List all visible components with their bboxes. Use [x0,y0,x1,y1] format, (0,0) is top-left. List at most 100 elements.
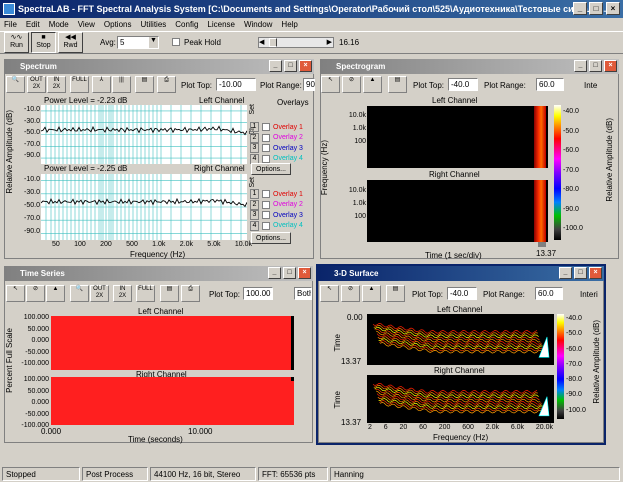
app-icon[interactable] [3,3,15,15]
ts-cursor-icon[interactable]: ⊘ [26,285,45,302]
cbar-tick: -90.0 [563,205,579,213]
overlay-checkbox[interactable] [262,190,270,199]
overlay-checkbox[interactable] [262,123,270,132]
ts-plot-top-input[interactable]: 100.00 [243,287,273,300]
zoom-out-2x-icon[interactable]: OUT 2X [27,76,46,93]
spectrogram-right-plot[interactable] [367,180,548,242]
close-button[interactable]: × [606,2,620,15]
rewind-button[interactable]: ◀◀ Rwd [58,32,83,53]
overlay-row[interactable]: 1 Overlay 1 [250,189,310,200]
overlay-checkbox[interactable] [262,200,270,209]
zoom-in-2x-icon[interactable]: IN 2X [47,76,66,93]
print-icon[interactable]: ⎙ [157,76,176,93]
spectrogram-left-plot[interactable] [367,106,548,168]
overlay-row[interactable]: 1 Overlay 1 [250,122,310,133]
spectrum-right-plot[interactable] [40,174,248,240]
timeseries-close-button[interactable]: × [298,267,311,279]
overlay-row[interactable]: 2 Overlay 2 [250,199,310,211]
menu-help[interactable]: Help [281,18,297,31]
ts-mountain-icon[interactable]: ▲ [46,285,65,302]
menu-config[interactable]: Config [175,18,198,31]
surface-pointer-icon[interactable]: ↖ [320,285,339,302]
overlay-checkbox[interactable] [262,133,270,142]
run-button[interactable]: ∿∿ Run [4,32,29,53]
spectrogram-minimize-button[interactable]: _ [574,60,587,72]
surface-plot-top-input[interactable]: -40.0 [447,287,477,300]
slider-left-arrow-icon[interactable]: ◀ [259,38,264,46]
timeseries-maximize-button[interactable]: □ [283,267,296,279]
zoom-full-icon[interactable]: FULL [70,76,89,93]
spectrum-close-button[interactable]: × [299,60,312,72]
spectrum-maximize-button[interactable]: □ [284,60,297,72]
spectrogram-settings-icon[interactable]: ▤ [388,76,407,93]
ts-zoom-in-icon[interactable]: IN 2X [113,285,132,302]
ts-zoom-full-icon[interactable]: FULL [136,285,155,302]
overlay-label: Overlay 2 [273,134,303,142]
surface-title-bar[interactable]: 3-D Surface _ □ × [318,266,604,281]
menu-options[interactable]: Options [104,18,132,31]
minimize-button[interactable]: _ [573,2,587,15]
overlay-row[interactable]: 2 Overlay 2 [250,132,310,144]
overlay-row[interactable]: 3 Overlay 3 [250,210,310,221]
time-slider[interactable]: ◀ ▶ [258,37,334,48]
surface-maximize-button[interactable]: □ [574,267,587,279]
spectrum-left-plot[interactable] [40,105,248,164]
menu-utilities[interactable]: Utilities [140,18,166,31]
timeseries-minimize-button[interactable]: _ [268,267,281,279]
surface-minimize-button[interactable]: _ [559,267,572,279]
ts-zoom-out-icon[interactable]: OUT 2X [90,285,109,302]
surface-plot-range-input[interactable]: 60.0 [535,287,563,300]
ts-left-plot[interactable] [51,316,294,370]
overlay-checkbox[interactable] [262,221,270,230]
overlay-row[interactable]: 3 Overlay 3 [250,143,310,154]
spectrogram-close-button[interactable]: × [604,60,617,72]
chevron-down-icon[interactable]: ▼ [149,37,158,48]
line-mode-icon[interactable]: ⅄ [92,76,111,93]
ts-zoom-icon[interactable]: 🔍 [70,285,89,302]
ts-left-end-marker [291,316,294,370]
timeseries-title-bar[interactable]: Time Series _ □ × [4,266,313,281]
ts-right-plot[interactable] [51,377,294,425]
surface-close-button[interactable]: × [589,267,602,279]
surface-left-plot[interactable] [367,314,554,365]
settings-panel-icon[interactable]: ▤ [135,76,154,93]
spectrogram-mountain-icon[interactable]: ▲ [363,76,382,93]
overlay-checkbox[interactable] [262,144,270,153]
surface-cursor-icon[interactable]: ⊘ [341,285,360,302]
spectrum-minimize-button[interactable]: _ [269,60,282,72]
options-button-bottom[interactable]: Options... [251,232,291,244]
menu-mode[interactable]: Mode [49,18,69,31]
maximize-button[interactable]: □ [589,2,603,15]
ts-print-icon[interactable]: ⎙ [181,285,200,302]
surface-right-plot[interactable] [367,375,554,423]
overlay-checkbox[interactable] [262,211,270,220]
menu-view[interactable]: View [78,18,95,31]
zoom-icon[interactable]: 🔍 [6,76,25,93]
overlay-row[interactable]: 4 Overlay 4 [250,220,310,232]
ts-pointer-icon[interactable]: ↖ [6,285,25,302]
spectrogram-plot-range-input[interactable]: 60.0 [536,78,564,91]
menu-file[interactable]: File [4,18,17,31]
slider-thumb[interactable] [269,38,277,47]
menu-window[interactable]: Window [244,18,272,31]
menu-license[interactable]: License [207,18,235,31]
spectrogram-title-bar[interactable]: Spectrogram _ □ × [320,59,619,74]
bar-mode-icon[interactable]: ||| [112,76,131,93]
spectrogram-cursor-icon[interactable]: ⊘ [342,76,361,93]
spectrogram-plot-top-input[interactable]: -40.0 [448,78,478,91]
ts-settings-icon[interactable]: ▤ [160,285,179,302]
spectrum-plot-top-input[interactable]: -10.00 [216,78,256,91]
stop-button[interactable]: ■ Stop [31,32,56,53]
peak-hold-checkbox[interactable] [172,38,180,46]
options-button-top[interactable]: Options... [251,163,291,175]
spectrum-title-bar[interactable]: Spectrum _ □ × [4,59,314,74]
spectrogram-pointer-icon[interactable]: ↖ [321,76,340,93]
surface-mountain-icon[interactable]: ▲ [362,285,381,302]
spectrogram-maximize-button[interactable]: □ [589,60,602,72]
spectrum-plot-range-input[interactable]: 90 [303,78,315,91]
slider-right-arrow-icon[interactable]: ▶ [327,38,332,46]
ts-channel-select[interactable]: Both [294,287,312,300]
overlay-checkbox[interactable] [262,154,270,163]
surface-settings-icon[interactable]: ▤ [386,285,405,302]
menu-edit[interactable]: Edit [26,18,40,31]
